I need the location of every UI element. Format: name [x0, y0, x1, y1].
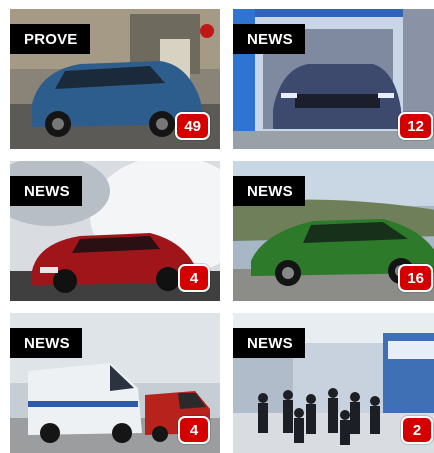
category-tag: NEWS	[10, 328, 82, 358]
comment-count-badge[interactable]: 4	[178, 264, 210, 292]
article-card-4[interactable]: NEWS 16	[233, 161, 434, 301]
article-card-2[interactable]: NEWS 12	[233, 9, 434, 149]
article-card-5[interactable]: NEWS 4	[10, 313, 220, 453]
category-tag: NEWS	[233, 24, 305, 54]
comment-count-badge[interactable]: 4	[178, 416, 210, 444]
category-tag: NEWS	[233, 176, 305, 206]
category-tag: PROVE	[10, 24, 90, 54]
category-tag: NEWS	[233, 328, 305, 358]
comment-count-badge[interactable]: 12	[398, 112, 433, 140]
comment-count-badge[interactable]: 16	[398, 264, 433, 292]
article-card-6[interactable]: NEWS 2	[233, 313, 434, 453]
category-tag: NEWS	[10, 176, 82, 206]
article-card-1[interactable]: PROVE 49	[10, 9, 220, 149]
comment-count-badge[interactable]: 49	[175, 112, 210, 140]
article-card-3[interactable]: NEWS 4	[10, 161, 220, 301]
comment-count-badge[interactable]: 2	[401, 416, 433, 444]
